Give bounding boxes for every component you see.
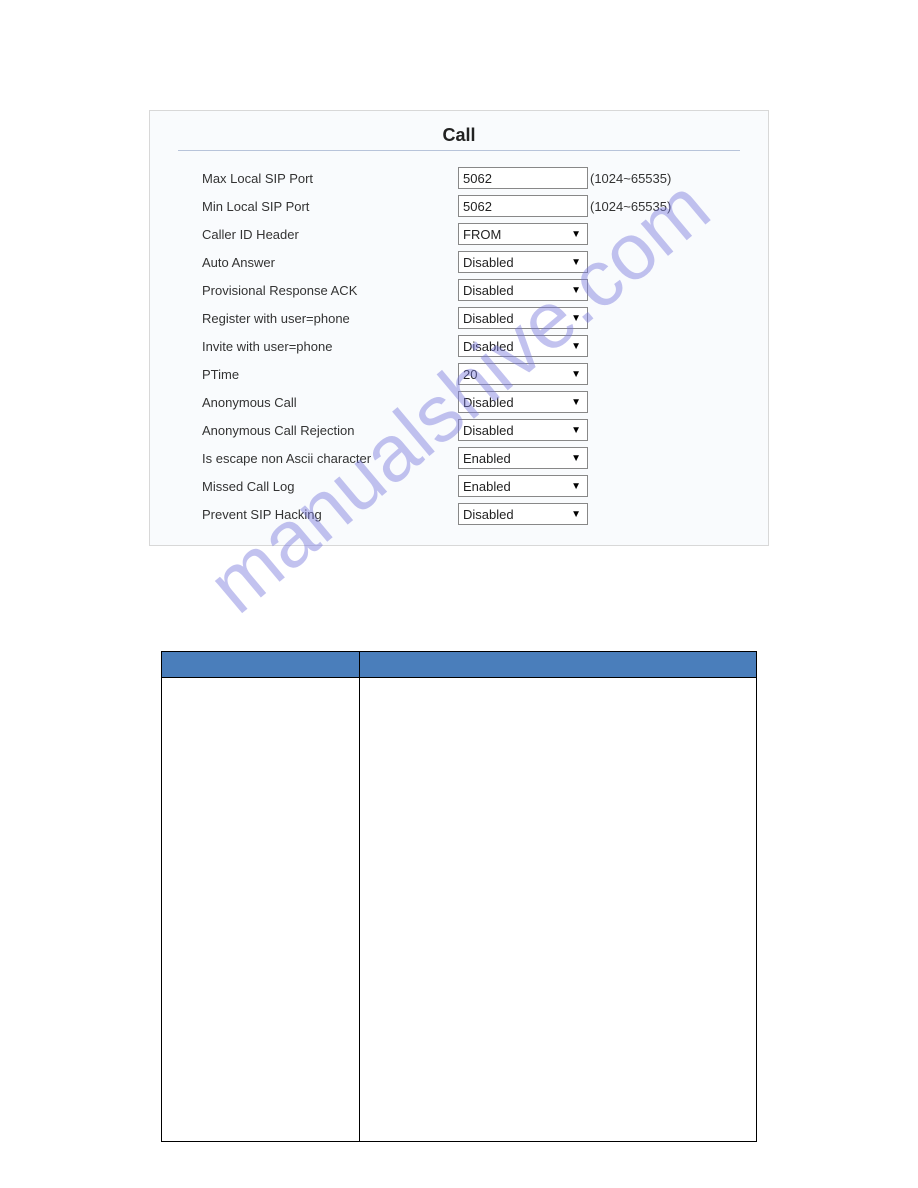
select-input[interactable]: Enabled ▼ — [458, 447, 588, 469]
chevron-down-icon: ▼ — [571, 481, 581, 492]
form-row: Missed Call Log Enabled ▼ — [178, 473, 740, 499]
form-row: Max Local SIP Port (1024~65535) — [178, 165, 740, 191]
form-row: Prevent SIP Hacking Disabled ▼ — [178, 501, 740, 527]
form-label: Auto Answer — [178, 255, 458, 270]
hint-text: (1024~65535) — [590, 199, 671, 214]
chevron-down-icon: ▼ — [571, 285, 581, 296]
select-input[interactable]: Disabled ▼ — [458, 419, 588, 441]
select-value: Disabled — [463, 339, 514, 354]
select-value: Disabled — [463, 395, 514, 410]
form-row: Auto Answer Disabled ▼ — [178, 249, 740, 275]
select-value: Disabled — [463, 423, 514, 438]
chevron-down-icon: ▼ — [571, 397, 581, 408]
select-value: Disabled — [463, 507, 514, 522]
table-header-col1 — [162, 652, 360, 678]
chevron-down-icon: ▼ — [571, 369, 581, 380]
text-input[interactable] — [458, 167, 588, 189]
form-label: Anonymous Call Rejection — [178, 423, 458, 438]
hint-text: (1024~65535) — [590, 171, 671, 186]
form-label: Caller ID Header — [178, 227, 458, 242]
select-value: Disabled — [463, 255, 514, 270]
form-label: PTime — [178, 367, 458, 382]
form-row: Is escape non Ascii character Enabled ▼ — [178, 445, 740, 471]
form-row: Provisional Response ACK Disabled ▼ — [178, 277, 740, 303]
select-value: Enabled — [463, 451, 511, 466]
select-input[interactable]: 20 ▼ — [458, 363, 588, 385]
form-label: Register with user=phone — [178, 311, 458, 326]
form-label: Prevent SIP Hacking — [178, 507, 458, 522]
select-input[interactable]: Disabled ▼ — [458, 503, 588, 525]
form-row: Invite with user=phone Disabled ▼ — [178, 333, 740, 359]
description-table — [161, 651, 757, 1142]
form-row: Register with user=phone Disabled ▼ — [178, 305, 740, 331]
panel-title: Call — [178, 125, 740, 151]
select-input[interactable]: Disabled ▼ — [458, 279, 588, 301]
form-label: Anonymous Call — [178, 395, 458, 410]
select-input[interactable]: FROM ▼ — [458, 223, 588, 245]
chevron-down-icon: ▼ — [571, 509, 581, 520]
select-value: FROM — [463, 227, 501, 242]
form-row: Anonymous Call Rejection Disabled ▼ — [178, 417, 740, 443]
chevron-down-icon: ▼ — [571, 425, 581, 436]
form-label: Min Local SIP Port — [178, 199, 458, 214]
select-value: 20 — [463, 367, 477, 382]
chevron-down-icon: ▼ — [571, 453, 581, 464]
call-config-panel: Call Max Local SIP Port(1024~65535)Min L… — [149, 110, 769, 546]
select-input[interactable]: Disabled ▼ — [458, 391, 588, 413]
chevron-down-icon: ▼ — [571, 257, 581, 268]
select-input[interactable]: Disabled ▼ — [458, 307, 588, 329]
form-row: Min Local SIP Port (1024~65535) — [178, 193, 740, 219]
form-row: Caller ID Header FROM ▼ — [178, 221, 740, 247]
text-input[interactable] — [458, 195, 588, 217]
table-cell-col1 — [162, 678, 360, 1142]
form-label: Max Local SIP Port — [178, 171, 458, 186]
form-row: Anonymous Call Disabled ▼ — [178, 389, 740, 415]
select-value: Disabled — [463, 283, 514, 298]
select-input[interactable]: Disabled ▼ — [458, 251, 588, 273]
form-label: Missed Call Log — [178, 479, 458, 494]
form-label: Provisional Response ACK — [178, 283, 458, 298]
table-cell-col2 — [360, 678, 757, 1142]
form-row: PTime 20 ▼ — [178, 361, 740, 387]
chevron-down-icon: ▼ — [571, 341, 581, 352]
select-value: Enabled — [463, 479, 511, 494]
select-input[interactable]: Enabled ▼ — [458, 475, 588, 497]
form-label: Is escape non Ascii character — [178, 451, 458, 466]
table-header-col2 — [360, 652, 757, 678]
chevron-down-icon: ▼ — [571, 229, 581, 240]
select-value: Disabled — [463, 311, 514, 326]
select-input[interactable]: Disabled ▼ — [458, 335, 588, 357]
form-label: Invite with user=phone — [178, 339, 458, 354]
chevron-down-icon: ▼ — [571, 313, 581, 324]
